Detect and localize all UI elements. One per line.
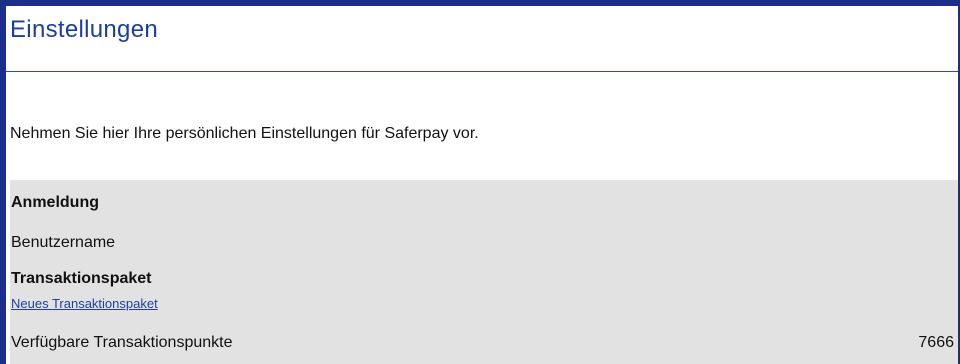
settings-panel: Anmeldung Benutzername Transaktionspaket… (10, 179, 958, 364)
available-points-row: Verfügbare Transaktionspunkte 7666 (11, 334, 958, 352)
title-divider (6, 71, 958, 72)
page-title: Einstellungen (10, 16, 159, 43)
new-transaction-package-link[interactable]: Neues Transaktionspaket (11, 296, 958, 311)
settings-window: Einstellungen Nehmen Sie hier Ihre persö… (0, 0, 960, 364)
transaktionspaket-heading: Transaktionspaket (11, 270, 152, 287)
benutzername-label: Benutzername (11, 234, 116, 251)
available-points-value: 7666 (918, 334, 954, 351)
anmeldung-heading: Anmeldung (11, 194, 99, 211)
intro-text: Nehmen Sie hier Ihre persönlichen Einste… (10, 125, 479, 142)
available-points-label: Verfügbare Transaktionspunkte (11, 334, 233, 351)
